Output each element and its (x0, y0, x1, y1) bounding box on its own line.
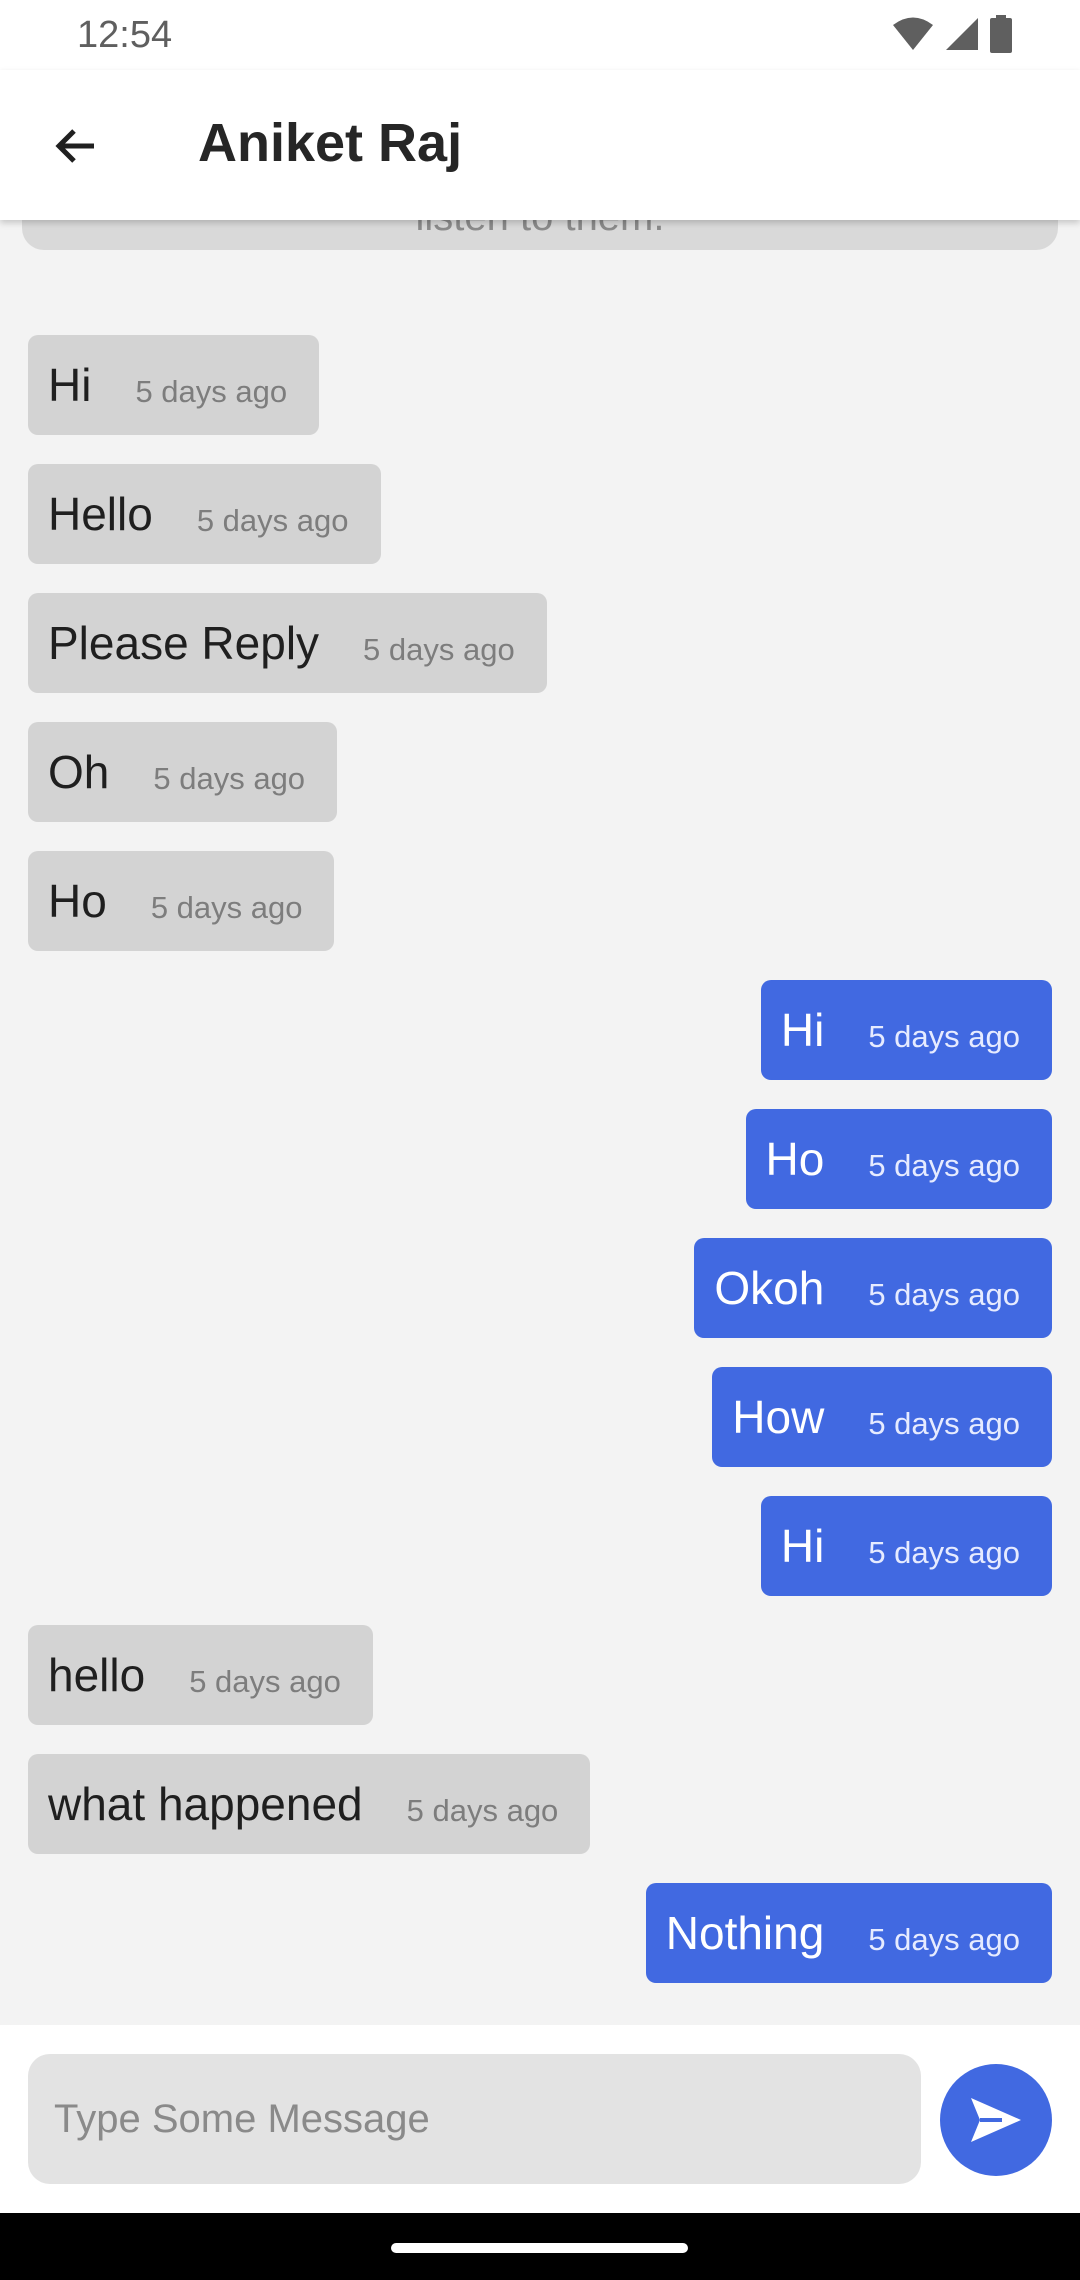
message-time: 5 days ago (406, 1793, 559, 1828)
send-icon (971, 2098, 1021, 2142)
message-time: 5 days ago (868, 1535, 1020, 1570)
page-title: Aniket Raj (198, 113, 463, 173)
message-bubble-incoming: Hello 5 days ago (28, 464, 381, 564)
navigation-bar (0, 2213, 1080, 2280)
message-bubble-outgoing: Hi 5 days ago (760, 1496, 1052, 1596)
message-time: 5 days ago (153, 761, 306, 796)
message-text: Ho (765, 1133, 825, 1185)
message-text: hello (48, 1649, 146, 1701)
message-bubble-outgoing: How 5 days ago (712, 1367, 1052, 1467)
app-bar: Aniket Raj (0, 70, 1080, 220)
message-text: Ho (48, 875, 107, 927)
message-bubble-outgoing: Nothing 5 days ago (645, 1883, 1052, 1983)
message-time: 5 days ago (196, 503, 349, 538)
message-text: Hi (780, 1004, 825, 1056)
message-text: Hi (48, 359, 92, 411)
signal-icon (946, 18, 978, 50)
battery-icon (990, 15, 1012, 53)
message-bubble-partial: listen to them. (22, 220, 1058, 250)
message-text: Hello (48, 488, 153, 540)
message-text: How (732, 1391, 825, 1443)
message-composer (0, 2025, 1080, 2213)
message-text: Oh (48, 746, 110, 798)
message-list[interactable]: listen to them. Hi 5 days ago Hello 5 da… (0, 220, 1080, 2025)
message-bubble-incoming: Oh 5 days ago (28, 722, 338, 822)
message-time: 5 days ago (868, 1277, 1020, 1312)
message-text: Hi (780, 1520, 825, 1572)
message-time: 5 days ago (868, 1148, 1020, 1183)
message-time: 5 days ago (135, 374, 288, 409)
message-text: listen to them. (22, 220, 1058, 240)
message-bubble-incoming: Ho 5 days ago (28, 851, 335, 951)
status-time: 12:54 (77, 14, 173, 56)
message-bubble-incoming: Please Reply 5 days ago (28, 593, 547, 693)
home-indicator[interactable] (391, 2243, 688, 2253)
message-bubble-outgoing: Okoh 5 days ago (694, 1238, 1052, 1338)
message-text: Please Reply (48, 617, 320, 669)
back-button[interactable] (40, 110, 112, 182)
message-input[interactable] (28, 2054, 921, 2184)
message-bubble-incoming: Hi 5 days ago (28, 335, 320, 435)
message-time: 5 days ago (868, 1922, 1020, 1957)
message-bubble-outgoing: Ho 5 days ago (745, 1109, 1052, 1209)
message-time: 5 days ago (868, 1019, 1020, 1054)
message-bubble-incoming: hello 5 days ago (28, 1625, 373, 1725)
message-text: Nothing (665, 1907, 825, 1959)
status-icons (892, 14, 1012, 54)
message-text: what happened (48, 1778, 363, 1830)
message-text: Okoh (714, 1262, 825, 1314)
status-bar: 12:54 (0, 0, 1080, 70)
send-button[interactable] (940, 2064, 1052, 2176)
message-time: 5 days ago (868, 1406, 1020, 1441)
message-time: 5 days ago (150, 890, 303, 925)
wifi-icon (893, 17, 933, 50)
message-time: 5 days ago (189, 1664, 341, 1699)
message-bubble-outgoing: Hi 5 days ago (760, 980, 1052, 1080)
arrow-left-icon (55, 129, 94, 163)
message-bubble-incoming: what happened 5 days ago (28, 1754, 591, 1854)
message-time: 5 days ago (363, 632, 515, 667)
